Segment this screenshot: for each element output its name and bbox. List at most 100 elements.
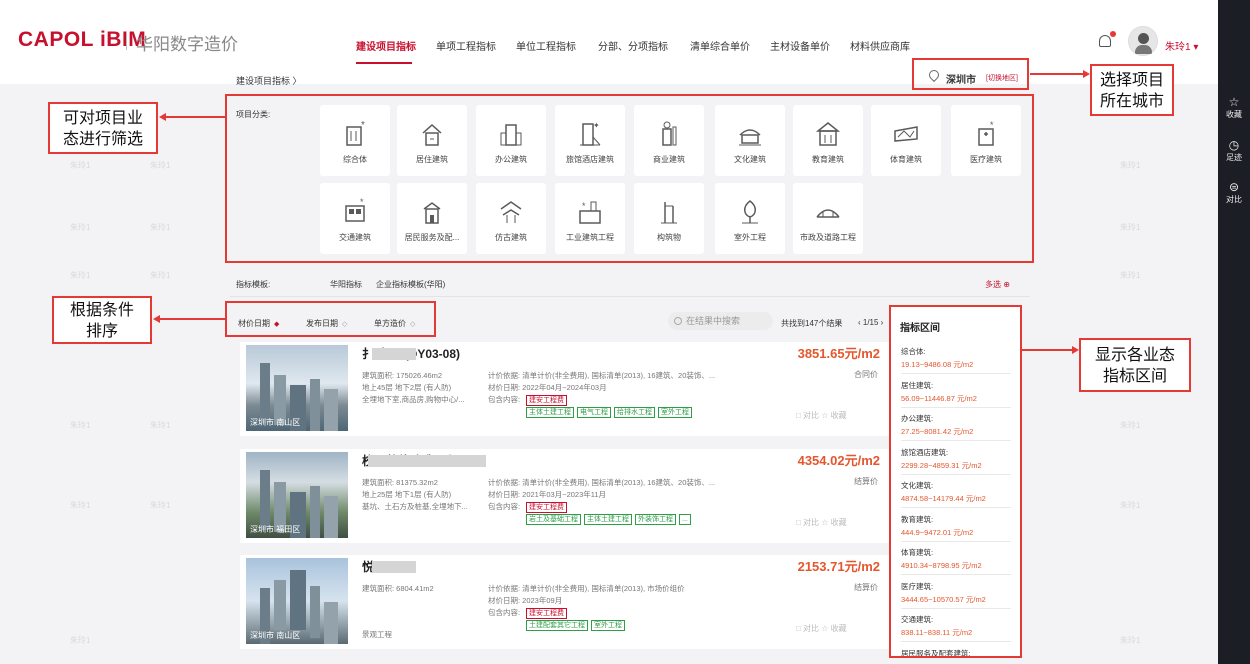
nav-material-price[interactable]: 主材设备单价 (770, 38, 830, 53)
result-count: 共找到147个结果 (781, 319, 843, 328)
watermark: 朱玲1 (70, 421, 91, 430)
watermark: 朱玲1 (70, 223, 91, 232)
project-basis: 计价依据: 清单计价(非全费用), 国标清单(2013), 市场价组价 (488, 584, 685, 593)
content-red-tag-wrap: 建安工程费 (526, 394, 570, 406)
watermark: 朱玲1 (1120, 501, 1141, 510)
bell-icon[interactable] (1099, 35, 1111, 47)
nav-supplier[interactable]: 材料供应商库 (850, 38, 910, 53)
project-area: 建筑面积: 175026.46m2 (362, 371, 443, 380)
arrow-range-head (1072, 346, 1079, 354)
nav-active-indicator (356, 62, 412, 64)
favorite-button[interactable]: ☆ 收藏 (1218, 95, 1250, 120)
project-card[interactable]: 深圳市 福田区 校区整体改造工程 建筑面积: 81375.32m2 地上25层 … (240, 449, 892, 543)
range-highlight (889, 305, 1022, 658)
content-label: 包含内容: (488, 395, 521, 404)
nav-bill-price[interactable]: 清单综合单价 (690, 38, 750, 53)
nav-single-project[interactable]: 单项工程指标 (436, 38, 496, 53)
content-tag: 室外工程 (658, 407, 692, 418)
project-card[interactable]: 深圳市 南山区 扌 家园 (DY03-08) 建筑面积: 175026.46m2… (240, 342, 892, 436)
watermark: 朱玲1 (1120, 271, 1141, 280)
nav-building-project[interactable]: 建设项目指标 (356, 38, 416, 53)
content-tags: 岩土及基础工程 主体土建工程 外装饰工程... (526, 513, 694, 525)
project-card[interactable]: 深圳市 南山区 悦项目 建筑面积: 6804.41m2 景观工程 计价依据: 清… (240, 555, 892, 649)
content-tag: 主体土建工程 (584, 514, 632, 525)
price-type: 合同价 (854, 370, 878, 379)
divider (230, 296, 1030, 297)
project-location: 深圳市 南山区 (250, 631, 301, 640)
logo-divider (126, 32, 127, 50)
price-type: 结算价 (854, 477, 878, 486)
content-tag: 给排水工程 (614, 407, 655, 418)
project-floors: 地上45层 地下2层 (有人防) (362, 383, 452, 392)
template-option-huayang[interactable]: 华阳指标 (330, 279, 362, 290)
callout-city: 选择项目 所在城市 (1090, 64, 1174, 116)
unit-price: 3851.65元/m2 (797, 346, 880, 361)
clock-icon: ◷ (1228, 138, 1240, 152)
callout-range: 显示各业态 指标区间 (1079, 338, 1191, 392)
right-toolbar: ☆ 收藏 ◷ 足迹 ⊜ 对比 (1218, 0, 1250, 664)
compare-favorite[interactable]: □ 对比 ☆ 收藏 (796, 623, 847, 634)
content-label: 包含内容: (488, 502, 521, 511)
callout-range-text: 显示各业态 指标区间 (1094, 347, 1175, 385)
sort-highlight (225, 301, 436, 337)
content-tag: 建安工程费 (526, 395, 567, 406)
watermark: 朱玲1 (150, 271, 171, 280)
project-area: 建筑面积: 6804.41m2 (362, 584, 434, 593)
compare-icon: ⊜ (1228, 180, 1240, 194)
avatar[interactable] (1128, 26, 1158, 56)
notification-dot (1110, 31, 1116, 37)
brand-logo[interactable]: CAPOL iBIM (18, 28, 146, 52)
project-thumbnail[interactable]: 深圳市 福田区 (246, 452, 348, 538)
watermark: 朱玲1 (1120, 161, 1141, 170)
callout-sort: 根据条件 排序 (52, 296, 152, 344)
content-tag: 主体土建工程 (526, 407, 574, 418)
project-basis: 计价依据: 清单计价(非全费用), 国标清单(2013), 16建筑、20装饰、… (488, 478, 716, 487)
content-tag: 电气工程 (577, 407, 611, 418)
callout-filter: 可对项目业 态进行筛选 (48, 102, 158, 154)
project-floors: 地上25层 地下1层 (有人防) (362, 490, 452, 499)
watermark: 朱玲1 (150, 501, 171, 510)
user-menu[interactable]: 朱玲1 ▾ (1165, 38, 1198, 53)
category-highlight (225, 94, 1034, 263)
project-thumbnail[interactable]: 深圳市 南山区 (246, 558, 348, 644)
history-button[interactable]: ◷ 足迹 (1218, 138, 1250, 163)
unit-price: 2153.71元/m2 (797, 559, 880, 574)
project-date: 材价日期: 2022年04月~2024年03月 (488, 383, 607, 392)
project-location: 深圳市 南山区 (250, 418, 301, 427)
compare-button[interactable]: ⊜ 对比 (1218, 180, 1250, 205)
breadcrumb[interactable]: 建设项目指标 〉 (236, 74, 302, 87)
arrow-sort (159, 318, 225, 320)
compare-favorite[interactable]: □ 对比 ☆ 收藏 (796, 410, 847, 421)
nav-unit-project[interactable]: 单位工程指标 (516, 38, 576, 53)
content-label: 包含内容: (488, 608, 521, 617)
arrow-city (1030, 73, 1086, 75)
content-red-tag-wrap: 建安工程费 (526, 607, 570, 619)
price-type: 结算价 (854, 583, 878, 592)
watermark: 朱玲1 (150, 421, 171, 430)
project-desc: 景观工程 (362, 630, 392, 639)
content-red-tag-wrap: 建安工程费 (526, 501, 570, 513)
callout-filter-text: 可对项目业 态进行筛选 (62, 110, 143, 148)
multi-select-toggle[interactable]: 多选 ⊕ (985, 279, 1010, 290)
nav-subdivision[interactable]: 分部、分项指标 (598, 38, 668, 53)
top-header: CAPOL iBIM 华阳数字造价 建设项目指标 单项工程指标 单位工程指标 分… (0, 0, 1218, 84)
redacted-text (372, 348, 416, 360)
content-tag: 建安工程费 (526, 608, 567, 619)
arrow-sort-head (153, 315, 160, 323)
pager[interactable]: ‹ 1/15 › (858, 318, 883, 327)
content-tag: 岩土及基础工程 (526, 514, 581, 525)
project-basis: 计价依据: 清单计价(非全费用), 国标清单(2013), 16建筑、20装饰、… (488, 371, 716, 380)
content-tags: 土建配套其它工程 室外工程 (526, 619, 628, 631)
content-tag: 室外工程 (591, 620, 625, 631)
project-date: 材价日期: 2023年09月 (488, 596, 563, 605)
arrow-filter (165, 116, 225, 118)
project-thumbnail[interactable]: 深圳市 南山区 (246, 345, 348, 431)
project-area: 建筑面积: 81375.32m2 (362, 478, 438, 487)
watermark: 朱玲1 (70, 636, 91, 645)
favorite-label: 收藏 (1226, 110, 1242, 119)
arrow-filter-head (159, 113, 166, 121)
compare-favorite[interactable]: □ 对比 ☆ 收藏 (796, 517, 847, 528)
callout-city-text: 选择项目 所在城市 (1099, 72, 1164, 110)
result-search-input[interactable]: 在结果中搜索 (668, 312, 773, 330)
template-option-enterprise[interactable]: 企业指标模板(华阳) (376, 279, 445, 290)
